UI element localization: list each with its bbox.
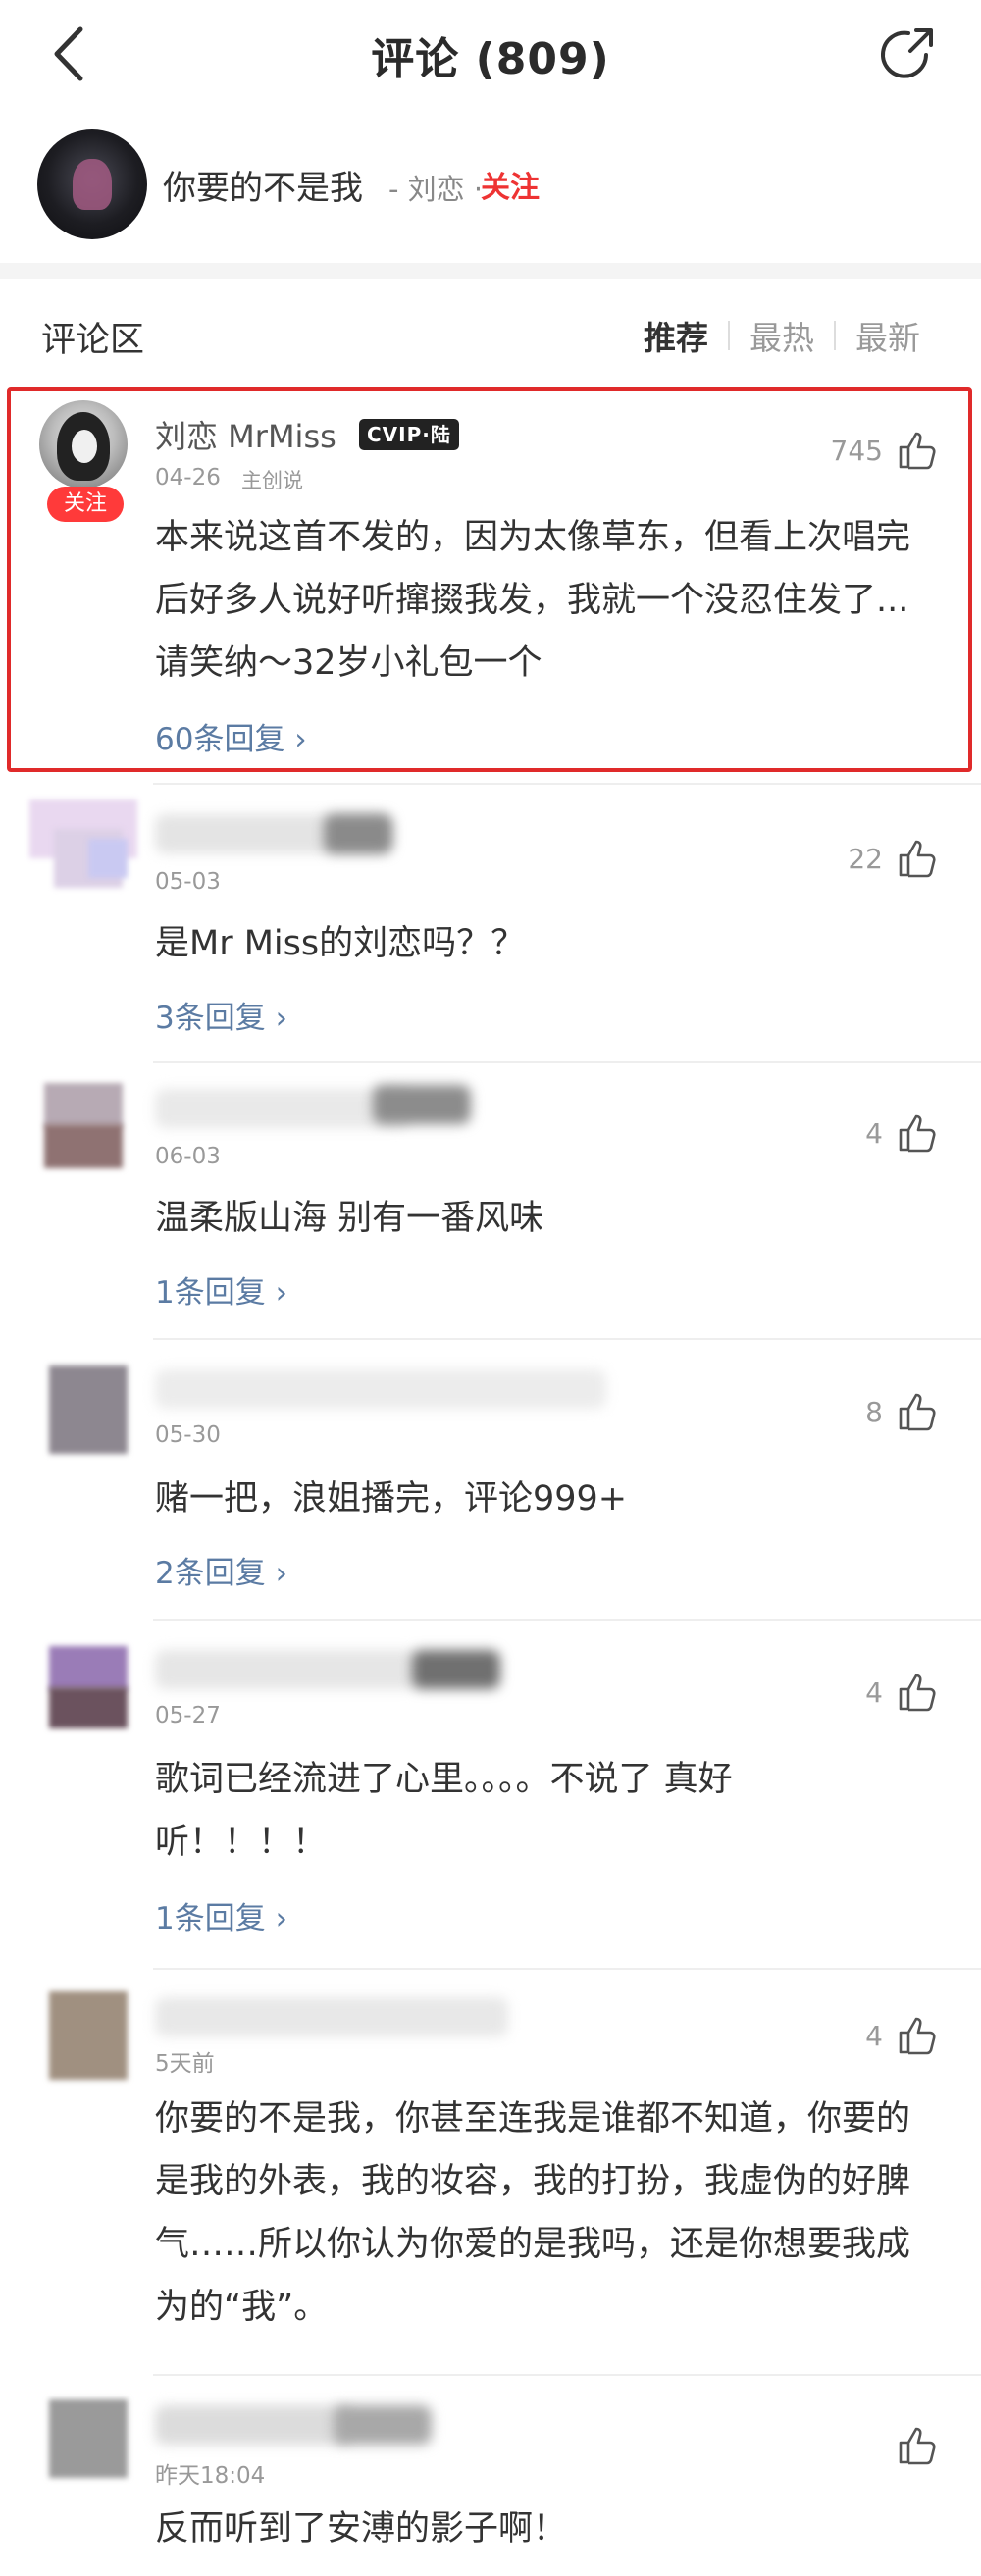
comment-username[interactable]: 刘恋 MrMiss [155, 412, 336, 457]
follow-button[interactable]: 关注 [481, 163, 540, 206]
comment-section-header: 评论区 推荐 最热 最新 [0, 294, 981, 373]
page-title: 评论 (809) [371, 34, 610, 84]
avatar[interactable] [29, 1985, 147, 2093]
tab-hottest[interactable]: 最热 [730, 312, 834, 359]
like-button[interactable]: 4 [865, 1110, 940, 1156]
comment-text: 温柔版山海 别有一番风味 [155, 1199, 544, 1238]
blurred-badge [334, 2405, 432, 2445]
avatar[interactable] [29, 1356, 147, 1464]
comment-date: 05-27 [155, 1703, 221, 1728]
song-artist[interactable]: - 刘恋 · [388, 167, 483, 208]
thumbs-up-icon [899, 2017, 936, 2055]
blurred-username[interactable] [155, 1650, 420, 1689]
comment-date: 昨天18:04 [155, 2463, 266, 2489]
comment-text: 赌一把，浪姐播完，评论999+ [155, 1479, 628, 1519]
song-cover[interactable] [37, 129, 147, 239]
replies-link[interactable]: 3条回复 › [155, 993, 287, 1037]
like-count: 4 [865, 2019, 883, 2052]
blurred-username[interactable] [155, 1369, 606, 1409]
like-count: 8 [865, 1395, 883, 1428]
avatar[interactable] [29, 2394, 147, 2501]
divider [153, 783, 981, 785]
section-title: 评论区 [41, 321, 145, 360]
thumbs-up-icon [899, 1674, 936, 1712]
blurred-badge [412, 1650, 500, 1689]
share-button[interactable] [877, 22, 940, 84]
comment-text: 反而听到了安溥的影子啊！ [155, 2509, 568, 2549]
comment-text: 本来说这首不发的，因为太像草东，但看上次唱完后好多人说好听撺掇我发，我就一个没忍… [155, 518, 911, 683]
share-icon [881, 28, 933, 78]
avatar[interactable] [29, 790, 147, 898]
thumbs-up-icon [899, 1393, 936, 1431]
like-button[interactable]: 745 [831, 428, 940, 473]
avatar[interactable] [29, 1077, 147, 1185]
blurred-username[interactable] [155, 2405, 351, 2445]
comment-date: 04-26 [155, 465, 221, 490]
comment-date: 05-03 [155, 869, 221, 895]
avatar[interactable] [29, 1636, 147, 1744]
blurred-username[interactable] [155, 1997, 508, 2036]
top-bar: 评论 (809) [0, 0, 981, 108]
comment-text: 是Mr Miss的刘恋吗？？ [155, 924, 526, 963]
replies-link[interactable]: 1条回复 › [155, 1267, 287, 1312]
divider [153, 1619, 981, 1621]
like-count: 4 [865, 1675, 883, 1709]
divider [153, 1968, 981, 1970]
comment-text: 歌词已经流进了心里。。。。不说了 真好听！！！！ [155, 1760, 733, 1862]
like-button[interactable] [895, 2423, 940, 2468]
like-button[interactable]: 8 [865, 1389, 940, 1434]
blurred-username[interactable] [155, 1089, 410, 1128]
blurred-badge [324, 814, 392, 853]
tab-recommended[interactable]: 推荐 [624, 312, 728, 359]
vip-badge: CVIP·陆 [359, 419, 459, 450]
song-row[interactable]: 你要的不是我 - 刘恋 · 关注 [0, 128, 981, 245]
divider [153, 2374, 981, 2376]
comment-date: 06-03 [155, 1144, 221, 1169]
creator-tag: 主创说 [241, 469, 303, 492]
follow-user-button[interactable]: 关注 [47, 487, 124, 522]
replies-link[interactable]: 60条回复 › [155, 714, 307, 758]
thumbs-up-icon [899, 1114, 936, 1153]
comment-date: 5天前 [155, 2051, 215, 2077]
divider [153, 1061, 981, 1063]
comment-text: 你要的不是我，你甚至连我是谁都不知道，你要的是我的外表，我的妆容，我的打扮，我虚… [155, 2099, 911, 2327]
like-count: 745 [830, 434, 883, 467]
like-button[interactable]: 4 [865, 2013, 940, 2058]
replies-link[interactable]: 2条回复 › [155, 1548, 287, 1592]
comment-date: 05-30 [155, 1422, 221, 1448]
thumbs-up-icon [899, 2427, 936, 2465]
tab-newest[interactable]: 最新 [836, 312, 940, 359]
like-button[interactable]: 4 [865, 1670, 940, 1715]
like-count: 22 [848, 842, 883, 875]
divider [153, 1338, 981, 1340]
avatar[interactable] [39, 400, 128, 489]
like-count: 4 [865, 1116, 883, 1150]
sort-tabs: 推荐 最热 最新 [624, 312, 940, 359]
replies-link[interactable]: 1条回复 › [155, 1893, 287, 1937]
thumbs-up-icon [899, 432, 936, 470]
song-title[interactable]: 你要的不是我 [163, 161, 363, 209]
thumbs-up-icon [899, 840, 936, 878]
blurred-badge [373, 1085, 471, 1124]
section-divider [0, 263, 981, 279]
like-button[interactable]: 22 [848, 836, 940, 881]
